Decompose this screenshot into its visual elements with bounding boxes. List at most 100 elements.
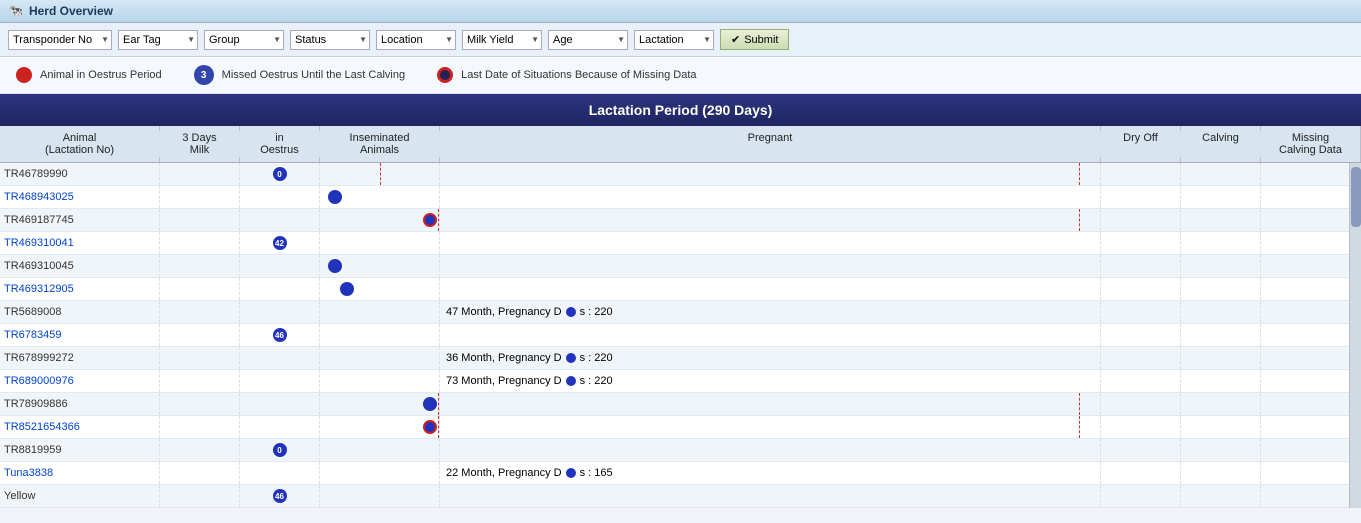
cell-inseminated bbox=[320, 186, 440, 208]
cell-inseminated bbox=[320, 163, 440, 185]
oestrus-num-badge: 0 bbox=[273, 167, 287, 181]
age-select-wrapper: Age bbox=[548, 30, 628, 50]
table-row: TR46789990 0 bbox=[0, 163, 1361, 186]
transponder-select[interactable]: Transponder No bbox=[8, 30, 112, 50]
cell-milk bbox=[160, 232, 240, 254]
pregnant-dot bbox=[566, 468, 576, 478]
cell-calving bbox=[1181, 416, 1261, 438]
app-container: 🐄 Herd Overview Transponder No Ear Tag G… bbox=[0, 0, 1361, 508]
cell-oestrus bbox=[240, 462, 320, 484]
inseminated-outlined-dot bbox=[423, 420, 437, 434]
cell-milk bbox=[160, 278, 240, 300]
cell-animal-id: TR469310041 bbox=[0, 232, 160, 254]
red-vline bbox=[438, 416, 439, 438]
cell-pregnant bbox=[440, 163, 1101, 185]
cell-pregnant: 36 Month, Pregnancy D s : 220 bbox=[440, 347, 1101, 369]
pregnant-dot bbox=[566, 376, 576, 386]
cell-milk bbox=[160, 393, 240, 415]
pregnant-days: s : 220 bbox=[580, 375, 613, 387]
pregnant-text: 36 Month, Pregnancy D bbox=[446, 352, 562, 364]
red-vline-2 bbox=[1079, 416, 1080, 438]
cell-animal-id: TR8819959 bbox=[0, 439, 160, 461]
lactation-select-wrapper: Lactation bbox=[634, 30, 714, 50]
cell-inseminated bbox=[320, 301, 440, 323]
table-row: TR469187745 bbox=[0, 209, 1361, 232]
cell-inseminated bbox=[320, 324, 440, 346]
cell-pregnant: 73 Month, Pregnancy D s : 220 bbox=[440, 370, 1101, 392]
missing-data-dot-icon bbox=[437, 67, 453, 83]
milk-yield-select[interactable]: Milk Yield bbox=[462, 30, 542, 50]
cell-calving bbox=[1181, 324, 1261, 346]
cell-oestrus: 46 bbox=[240, 324, 320, 346]
cell-oestrus: 0 bbox=[240, 163, 320, 185]
cell-dryoff bbox=[1101, 393, 1181, 415]
col-missing-calving: MissingCalving Data bbox=[1261, 126, 1361, 162]
cell-milk bbox=[160, 186, 240, 208]
cell-pregnant: 22 Month, Pregnancy D s : 165 bbox=[440, 462, 1101, 484]
cell-dryoff bbox=[1101, 485, 1181, 507]
cell-calving bbox=[1181, 393, 1261, 415]
inseminated-outlined-dot bbox=[423, 213, 437, 227]
cell-dryoff bbox=[1101, 462, 1181, 484]
scrollbar-track[interactable] bbox=[1349, 163, 1361, 508]
cell-animal-id: TR78909886 bbox=[0, 393, 160, 415]
cell-dryoff bbox=[1101, 278, 1181, 300]
submit-button[interactable]: ✔ Submit bbox=[720, 29, 789, 50]
cell-dryoff bbox=[1101, 301, 1181, 323]
cell-pregnant: 47 Month, Pregnancy D s : 220 bbox=[440, 301, 1101, 323]
cell-missing bbox=[1261, 485, 1361, 507]
cell-missing bbox=[1261, 209, 1361, 231]
cell-calving bbox=[1181, 439, 1261, 461]
cell-calving bbox=[1181, 186, 1261, 208]
status-select[interactable]: Status bbox=[290, 30, 370, 50]
legend-bar: Animal in Oestrus Period 3 Missed Oestru… bbox=[0, 57, 1361, 94]
ear-tag-select[interactable]: Ear Tag bbox=[118, 30, 198, 50]
table-row: Tuna3838 22 Month, Pregnancy D s : 165 bbox=[0, 462, 1361, 485]
cell-dryoff bbox=[1101, 209, 1181, 231]
oestrus-num-badge: 42 bbox=[273, 236, 287, 250]
cell-oestrus bbox=[240, 416, 320, 438]
cell-missing bbox=[1261, 439, 1361, 461]
lactation-select[interactable]: Lactation bbox=[634, 30, 714, 50]
table-row: TR469310045 bbox=[0, 255, 1361, 278]
table-row: Yellow 46 bbox=[0, 485, 1361, 508]
cell-missing bbox=[1261, 232, 1361, 254]
cell-inseminated bbox=[320, 393, 440, 415]
cell-animal-id: TR469187745 bbox=[0, 209, 160, 231]
pregnant-text: 22 Month, Pregnancy D bbox=[446, 467, 562, 479]
cell-animal-id: TR5689008 bbox=[0, 301, 160, 323]
cell-calving bbox=[1181, 301, 1261, 323]
table-row: TR8819959 0 bbox=[0, 439, 1361, 462]
cell-animal-id: TR8521654366 bbox=[0, 416, 160, 438]
cell-pregnant bbox=[440, 232, 1101, 254]
filter-bar: Transponder No Ear Tag Group Status Loca… bbox=[0, 23, 1361, 57]
red-vline bbox=[380, 163, 381, 185]
cell-inseminated bbox=[320, 347, 440, 369]
cell-milk bbox=[160, 301, 240, 323]
legend-missing-data-label: Last Date of Situations Because of Missi… bbox=[461, 69, 696, 81]
cell-pregnant bbox=[440, 255, 1101, 277]
location-select-wrapper: Location bbox=[376, 30, 456, 50]
cell-calving bbox=[1181, 278, 1261, 300]
submit-label: Submit bbox=[744, 34, 778, 46]
app-title: Herd Overview bbox=[29, 4, 113, 18]
cell-pregnant bbox=[440, 209, 1101, 231]
red-vline-2 bbox=[1079, 209, 1080, 231]
pregnant-text: 47 Month, Pregnancy D bbox=[446, 306, 562, 318]
age-select[interactable]: Age bbox=[548, 30, 628, 50]
col-pregnant: Pregnant bbox=[440, 126, 1101, 162]
inseminated-dot bbox=[340, 282, 354, 296]
location-select[interactable]: Location bbox=[376, 30, 456, 50]
cell-missing bbox=[1261, 255, 1361, 277]
table-row: TR6783459 46 bbox=[0, 324, 1361, 347]
cell-pregnant bbox=[440, 485, 1101, 507]
group-select[interactable]: Group bbox=[204, 30, 284, 50]
data-table: TR46789990 0 TR468943025 bbox=[0, 163, 1361, 508]
col-inseminated: InseminatedAnimals bbox=[320, 126, 440, 162]
legend-oestrus: Animal in Oestrus Period bbox=[16, 67, 162, 83]
inseminated-dot bbox=[423, 397, 437, 411]
scrollbar-thumb[interactable] bbox=[1351, 167, 1361, 227]
col-calving: Calving bbox=[1181, 126, 1261, 162]
cell-oestrus bbox=[240, 347, 320, 369]
cell-missing bbox=[1261, 301, 1361, 323]
